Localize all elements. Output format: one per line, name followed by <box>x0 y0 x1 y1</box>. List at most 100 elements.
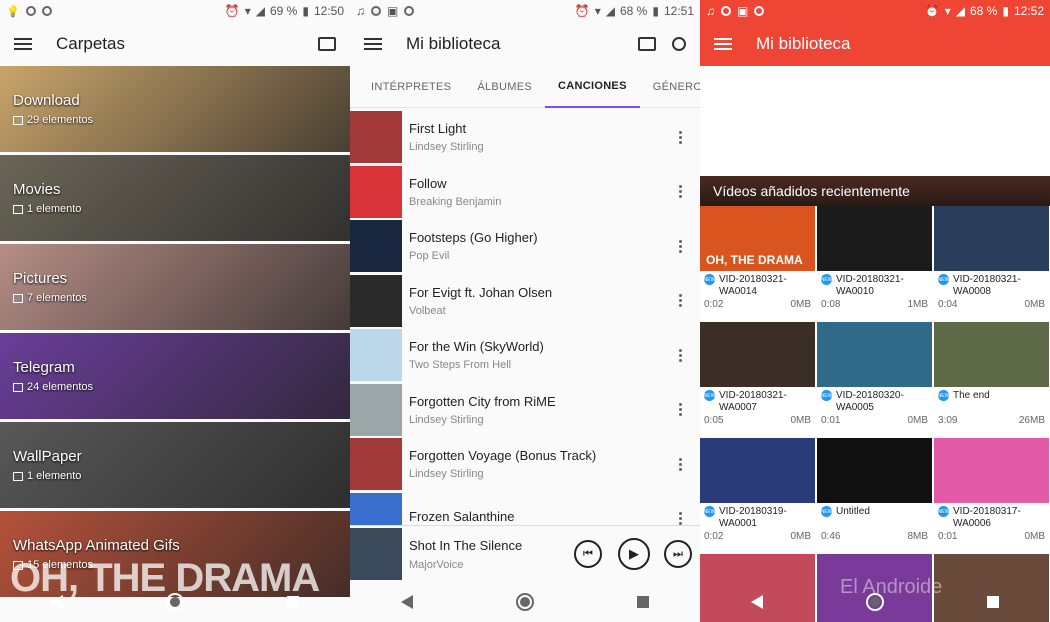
wifi-icon: ▾ <box>594 4 601 18</box>
video-thumbnail <box>817 438 932 503</box>
video-duration: 0:05 <box>704 415 724 426</box>
menu-icon[interactable] <box>14 38 32 50</box>
back-icon[interactable] <box>51 595 64 609</box>
more-vert-icon[interactable] <box>679 130 682 144</box>
folder-name: WallPaper <box>13 448 82 465</box>
tab-generos[interactable]: GÉNEROS <box>640 66 700 108</box>
back-icon[interactable] <box>751 595 764 609</box>
alarm-icon: ⏰ <box>224 4 240 18</box>
more-vert-icon[interactable] <box>679 294 682 308</box>
page-title: Carpetas <box>56 34 125 53</box>
more-vert-icon[interactable] <box>679 457 682 471</box>
song-row[interactable]: Follow Breaking Benjamin <box>350 165 700 220</box>
video-thumbnail <box>934 206 1049 271</box>
folder-name: Pictures <box>13 270 68 287</box>
nav-bar <box>350 582 700 622</box>
home-icon[interactable] <box>165 593 184 611</box>
menu-icon[interactable] <box>714 38 732 50</box>
cast-icon[interactable] <box>638 37 656 51</box>
mini-player[interactable]: Shot In The Silence MajorVoice ⏮ ▶ ⏭ <box>350 525 700 582</box>
next-icon[interactable]: ⏭ <box>664 540 692 568</box>
video-card[interactable]: NEW VID-20180321-WA0010 0:08 1MB <box>817 206 932 321</box>
video-card[interactable]: NEW VID-20180319-WA0001 0:02 0MB <box>700 438 815 553</box>
folder-name: Telegram <box>13 359 75 376</box>
song-title: Forgotten City from RiME <box>409 393 556 409</box>
song-row[interactable]: Footsteps (Go Higher) Pop Evil <box>350 219 700 274</box>
more-vert-icon[interactable] <box>679 512 682 526</box>
menu-icon[interactable] <box>364 38 382 50</box>
folder-card[interactable]: Movies 1 elemento <box>0 155 350 241</box>
video-size: 0MB <box>1024 299 1045 310</box>
song-row[interactable]: For Evigt ft. Johan Olsen Volbeat <box>350 274 700 329</box>
videos-screen: ♫ ▣ ⏰ ▾ ◢ 68 % ▮ 12:52 Mi biblioteca Víd… <box>700 0 1050 622</box>
song-row[interactable]: Forgotten Voyage (Bonus Track) Lindsey St… <box>350 437 700 492</box>
tab-albumes[interactable]: ÁLBUMES <box>464 66 545 108</box>
signal-icon: ◢ <box>955 4 965 18</box>
alarm-icon: ⏰ <box>574 4 590 18</box>
song-artist: Lindsey Stirling <box>409 413 484 426</box>
album-art <box>350 274 402 327</box>
album-art <box>350 329 402 382</box>
song-title: First Light <box>409 121 467 137</box>
back-icon[interactable] <box>401 595 414 609</box>
tab-interpretes[interactable]: INTÉRPRETES <box>358 66 464 108</box>
video-card[interactable]: NEW VID-20180317-WA0006 0:01 0MB <box>934 438 1049 553</box>
video-name: VID-20180321-WA0007 <box>719 390 787 413</box>
new-badge-icon: NEW <box>821 390 832 401</box>
more-vert-icon[interactable] <box>679 239 682 253</box>
more-vert-icon[interactable] <box>679 403 682 417</box>
recents-icon[interactable] <box>636 596 649 608</box>
video-card[interactable]: NEW The end 3:09 26MB <box>934 322 1049 437</box>
songs-screen: ♫ ▣ ⏰ ▾ ◢ 68 % ▮ 12:51 Mi biblioteca INT… <box>350 0 700 622</box>
folder-name: WhatsApp Animated Gifs <box>13 537 180 554</box>
video-duration: 0:02 <box>704 531 724 542</box>
new-badge-icon: NEW <box>821 506 832 517</box>
now-playing-artist: MajorVoice <box>409 558 464 571</box>
folder-count: 7 elementos <box>13 292 337 304</box>
play-icon[interactable]: ▶ <box>618 538 650 570</box>
circle-icon <box>404 6 415 16</box>
video-card[interactable]: NEW VID-20180321-WA0008 0:04 0MB <box>934 206 1049 321</box>
song-title: Follow <box>409 175 447 191</box>
recents-icon[interactable] <box>286 596 299 608</box>
folder-count: 24 elementos <box>13 381 337 393</box>
folder-card[interactable]: Pictures 7 elementos <box>0 244 350 330</box>
video-duration: 0:04 <box>938 299 958 310</box>
folder-count: 1 elemento <box>13 470 337 482</box>
video-card[interactable]: NEW VID-20180320-WA0005 0:01 0MB <box>817 322 932 437</box>
recents-icon[interactable] <box>986 596 999 608</box>
cast-icon[interactable] <box>318 37 336 51</box>
clock: 12:50 <box>313 4 344 18</box>
song-row[interactable]: Forgotten City from RiME Lindsey Stirling <box>350 383 700 438</box>
folder-card[interactable]: WallPaper 1 elemento <box>0 422 350 508</box>
new-badge-icon: NEW <box>938 274 949 285</box>
album-art <box>350 383 402 436</box>
folder-card[interactable]: Download 29 elementos <box>0 66 350 152</box>
more-vert-icon[interactable] <box>679 185 682 199</box>
song-row[interactable]: For the Win (SkyWorld) Two Steps From Hel… <box>350 328 700 383</box>
signal-icon: ◢ <box>255 4 265 18</box>
more-vert-icon[interactable] <box>679 348 682 362</box>
video-card[interactable]: NEW VID-20180321-WA0007 0:05 0MB <box>700 322 815 437</box>
header: ♫ ▣ ⏰ ▾ ◢ 68 % ▮ 12:52 Mi biblioteca <box>700 0 1050 66</box>
home-icon[interactable] <box>515 593 534 611</box>
video-thumbnail <box>817 322 932 387</box>
video-size: 8MB <box>907 531 928 542</box>
video-name: VID-20180321-WA0014 <box>719 274 787 297</box>
video-card[interactable]: NEW Untitled 0:46 8MB <box>817 438 932 553</box>
folders-screen: 💡 ⏰ ▾ ◢ 69 % ▮ 12:50 Carpetas Download 29… <box>0 0 350 622</box>
video-name: Untitled <box>836 506 870 517</box>
song-artist: Breaking Benjamin <box>409 195 502 208</box>
previous-icon[interactable]: ⏮ <box>574 540 602 568</box>
song-artist: Two Steps From Hell <box>409 359 512 372</box>
video-card[interactable]: OH, THE DRAMA NEW VID-20180321-WA0014 0:02 0… <box>700 206 815 321</box>
video-thumbnail: OH, THE DRAMA <box>700 206 815 271</box>
song-title: Frozen Salanthine <box>409 508 515 524</box>
section-header: Vídeos añadidos recientemente <box>700 176 1050 206</box>
tab-canciones[interactable]: CANCIONES <box>545 66 640 108</box>
app-bar: Mi biblioteca <box>350 22 700 66</box>
search-icon[interactable] <box>672 37 686 51</box>
watermark: El Androide <box>840 576 943 598</box>
folder-card[interactable]: Telegram 24 elementos <box>0 333 350 419</box>
song-row[interactable]: First Light Lindsey Stirling <box>350 110 700 165</box>
